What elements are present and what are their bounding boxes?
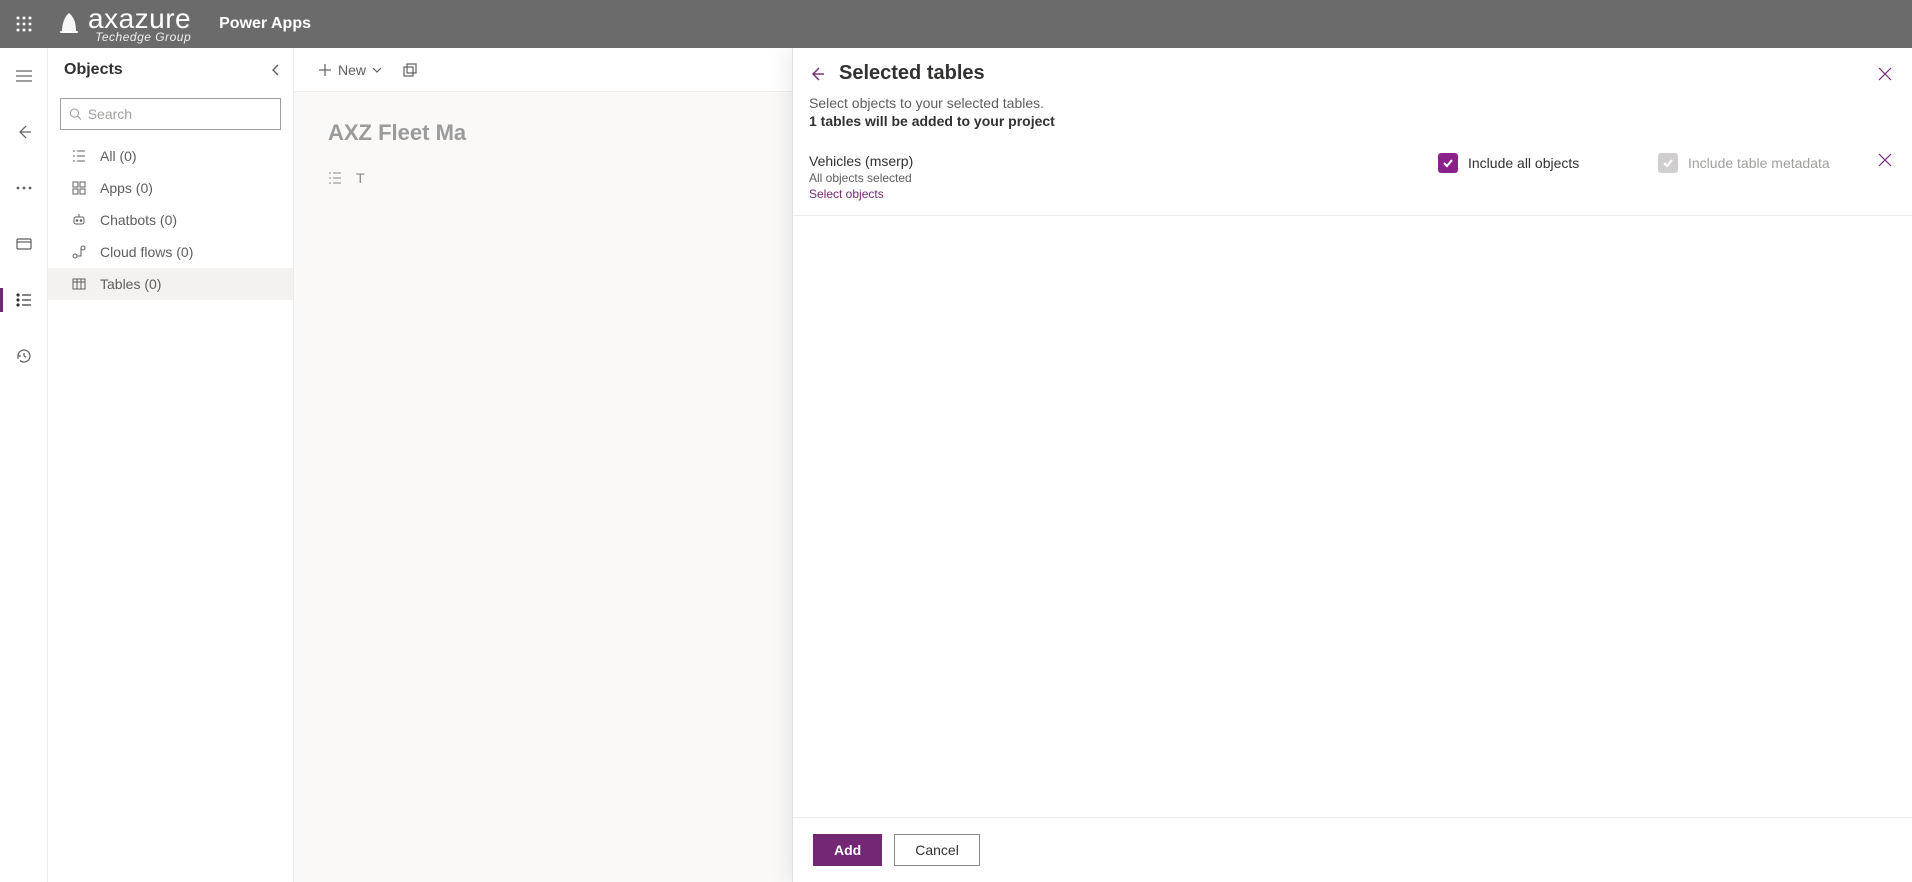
objects-item-cloudflows[interactable]: Cloud flows (0) [48,236,293,268]
select-objects-link[interactable]: Select objects [809,187,1418,201]
panel-title: Selected tables [839,62,985,85]
objects-item-tables[interactable]: Tables (0) [48,268,293,300]
product-name: Power Apps [219,15,311,33]
objects-item-label: All (0) [100,148,137,164]
main-area: New AXZ Fleet Ma T Selected tables [294,48,1912,882]
objects-item-apps[interactable]: Apps (0) [48,172,293,204]
search-icon [69,107,82,121]
collapse-panel-icon[interactable] [271,63,281,77]
panel-close-icon[interactable] [1878,67,1892,81]
objects-panel: Objects All (0) Apps (0) Chatbots (0 [48,48,294,882]
add-existing-icon[interactable] [402,62,418,78]
table-icon [72,277,88,291]
plus-icon [318,63,332,77]
remove-table-icon[interactable] [1878,153,1892,167]
history-icon[interactable] [0,340,48,372]
mini-label: T [356,170,365,186]
add-button[interactable]: Add [813,834,882,866]
panel-back-icon[interactable] [809,66,825,82]
search-input[interactable] [60,98,281,130]
cancel-button[interactable]: Cancel [894,834,980,866]
checkbox-checked-icon [1438,153,1458,173]
apps-icon [72,181,88,195]
all-icon [72,149,88,163]
waffle-icon[interactable] [0,0,48,48]
brand-tagline: Techedge Group [88,31,191,43]
chevron-down-icon [372,67,382,73]
chatbot-icon [72,213,88,227]
include-metadata-checkbox: Include table metadata [1658,153,1858,173]
table-name: Vehicles (mserp) [809,153,1418,169]
include-meta-label: Include table metadata [1688,155,1830,171]
panel-note: 1 tables will be added to your project [809,113,1892,129]
include-all-label: Include all objects [1468,155,1579,171]
left-rail [0,48,48,882]
objects-item-label: Tables (0) [100,276,161,292]
objects-item-label: Cloud flows (0) [100,244,193,260]
brand-sail-icon [56,11,82,37]
selected-tables-panel: Selected tables Select objects to your s… [792,48,1912,882]
card-icon[interactable] [0,228,48,260]
objects-item-all[interactable]: All (0) [48,140,293,172]
new-button[interactable]: New [318,62,382,78]
new-label: New [338,62,366,78]
objects-item-chatbots[interactable]: Chatbots (0) [48,204,293,236]
objects-item-label: Apps (0) [100,180,153,196]
objects-title: Objects [64,61,123,79]
list-view-icon[interactable] [328,171,342,185]
include-all-objects-checkbox[interactable]: Include all objects [1438,153,1638,173]
objects-item-label: Chatbots (0) [100,212,177,228]
selected-table-row: Vehicles (mserp) All objects selected Se… [793,135,1912,216]
table-hint: All objects selected [809,171,1418,185]
flow-icon [72,245,88,259]
search-field[interactable] [88,106,272,122]
more-icon[interactable] [0,172,48,204]
panel-subtitle: Select objects to your selected tables. [809,95,1892,111]
brand-name: axazure [88,5,191,33]
top-header: axazure Techedge Group Power Apps [0,0,1912,48]
checkbox-disabled-icon [1658,153,1678,173]
list-icon[interactable] [0,284,48,316]
back-arrow-icon[interactable] [0,116,48,148]
hamburger-icon[interactable] [0,60,48,92]
brand-logo: axazure Techedge Group [56,5,191,43]
